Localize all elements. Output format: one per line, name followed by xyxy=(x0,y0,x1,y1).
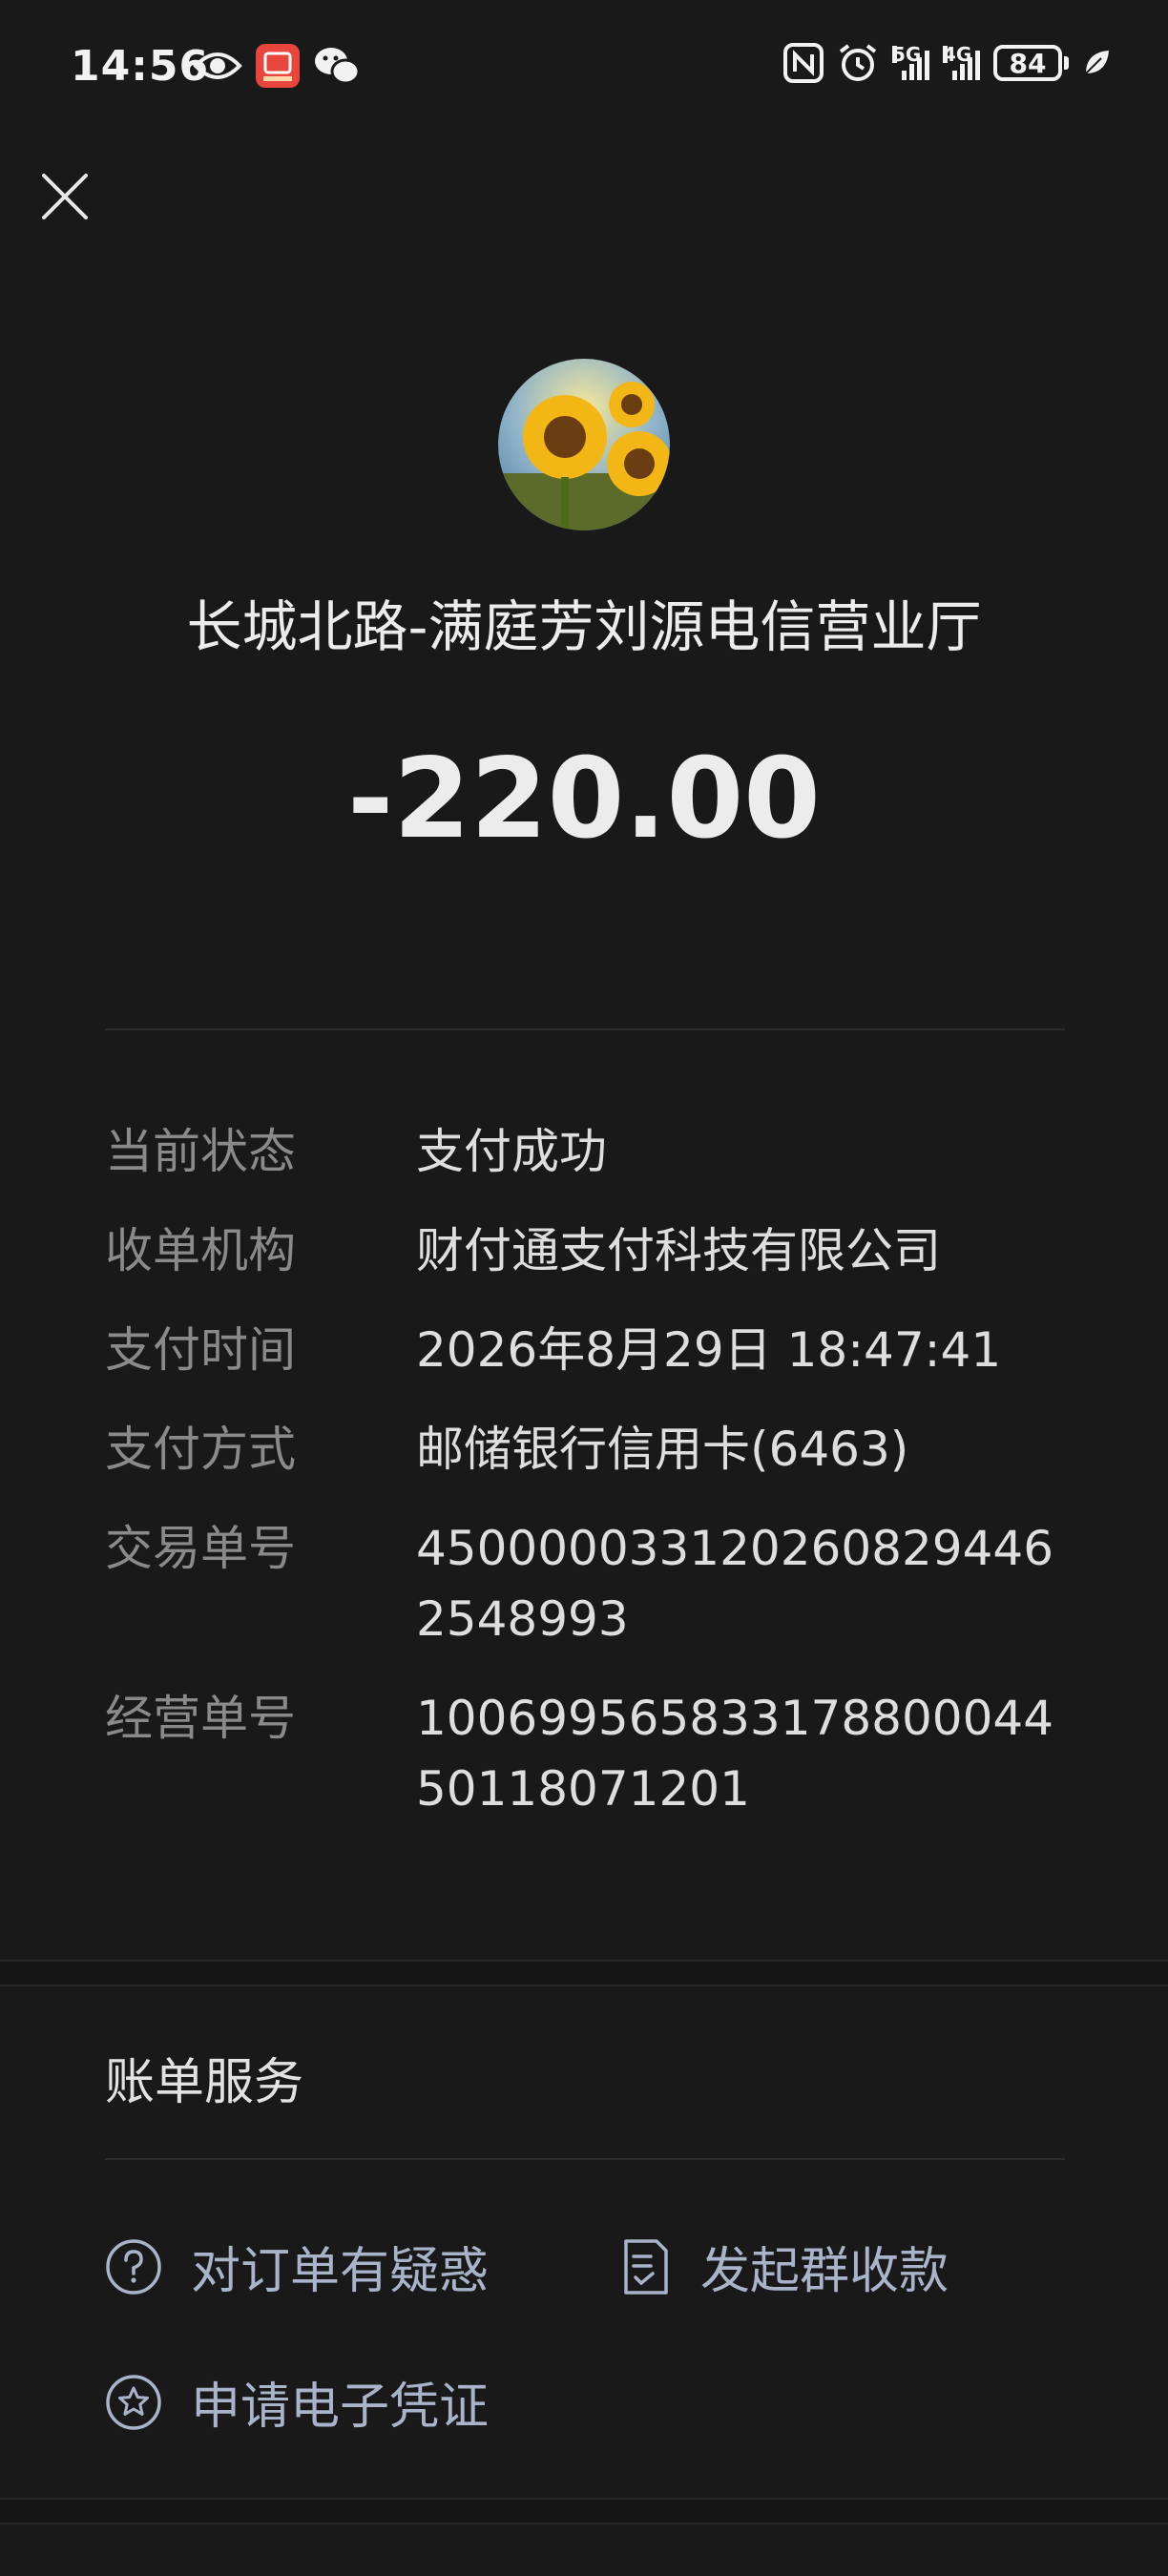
alarm-icon xyxy=(839,44,877,81)
group-collection-label: 发起群收款 xyxy=(700,2243,949,2300)
red-app-icon xyxy=(256,44,300,88)
detail-value[interactable]: 4500000331202608294462548993 xyxy=(416,1513,1069,1654)
battery-icon: 84 xyxy=(993,45,1069,81)
detail-label: 经营单号 xyxy=(105,1691,296,1746)
group-collection-button[interactable]: 发起群收款 xyxy=(618,2231,949,2302)
detail-label: 交易单号 xyxy=(105,1521,296,1576)
section-separator xyxy=(0,1960,1168,1986)
detail-row-pay-time: 支付时间 2026年8月29日 18:47:41 xyxy=(105,1315,1069,1385)
detail-label: 支付方式 xyxy=(105,1422,296,1477)
close-button[interactable] xyxy=(38,170,92,223)
status-left-icons xyxy=(193,44,361,88)
wechat-icon xyxy=(315,48,361,85)
detail-value: 邮储银行信用卡(6463) xyxy=(416,1422,909,1477)
battery-level: 84 xyxy=(993,45,1062,81)
star-badge-icon xyxy=(106,2374,161,2430)
detail-row-status: 当前状态 支付成功 xyxy=(105,1116,1069,1187)
sunflower-avatar xyxy=(498,359,670,530)
leaf-icon xyxy=(1085,51,1109,74)
status-bar: 14:56 5G 4G 84 xyxy=(0,0,1168,134)
close-icon xyxy=(42,174,88,219)
bill-service-title: 账单服务 xyxy=(105,2054,304,2111)
order-question-button[interactable]: 对订单有疑惑 xyxy=(105,2231,489,2302)
order-question-label: 对订单有疑惑 xyxy=(191,2243,490,2300)
merchant-name: 长城北路-满庭芳刘源电信营业厅 xyxy=(186,594,982,659)
detail-label: 收单机构 xyxy=(105,1223,296,1278)
merchant-avatar xyxy=(498,359,670,530)
detail-row-acquirer: 收单机构 财付通支付科技有限公司 xyxy=(105,1215,1069,1286)
transaction-details: 当前状态 支付成功 收单机构 财付通支付科技有限公司 支付时间 2026年8月2… xyxy=(105,1116,1069,1853)
detail-row-transaction-id: 交易单号 4500000331202608294462548993 xyxy=(105,1513,1069,1654)
eye-icon xyxy=(193,52,242,79)
e-voucher-button[interactable]: 申请电子凭证 xyxy=(105,2366,489,2438)
transaction-amount: -220.00 xyxy=(347,735,821,863)
detail-value[interactable]: 100699565833178800044501180712​01 xyxy=(416,1683,1069,1824)
nfc-icon xyxy=(783,43,824,83)
status-time: 14:56 xyxy=(71,42,210,91)
e-voucher-label: 申请电子凭证 xyxy=(191,2379,490,2436)
service-divider xyxy=(105,2158,1065,2160)
detail-value: 2026年8月29日 18:47:41 xyxy=(416,1322,1002,1378)
detail-value: 支付成功 xyxy=(416,1124,607,1179)
status-right-icons: 5G 4G 84 xyxy=(783,42,1111,84)
detail-label: 当前状态 xyxy=(105,1124,296,1179)
section-divider xyxy=(105,1028,1065,1030)
bottom-separator xyxy=(0,2498,1168,2524)
signal-5g-icon: 5G xyxy=(892,45,929,80)
detail-value: 财付通支付科技有限公司 xyxy=(416,1223,941,1278)
question-circle-icon xyxy=(106,2238,161,2295)
detail-row-merchant-order-id: 经营单号 100699565833178800044501180712​01 xyxy=(105,1683,1069,1824)
detail-row-pay-method: 支付方式 邮储银行信用卡(6463) xyxy=(105,1414,1069,1485)
receipt-icon xyxy=(624,2238,668,2295)
detail-label: 支付时间 xyxy=(105,1322,296,1378)
signal-4g-icon: 4G xyxy=(943,45,980,80)
